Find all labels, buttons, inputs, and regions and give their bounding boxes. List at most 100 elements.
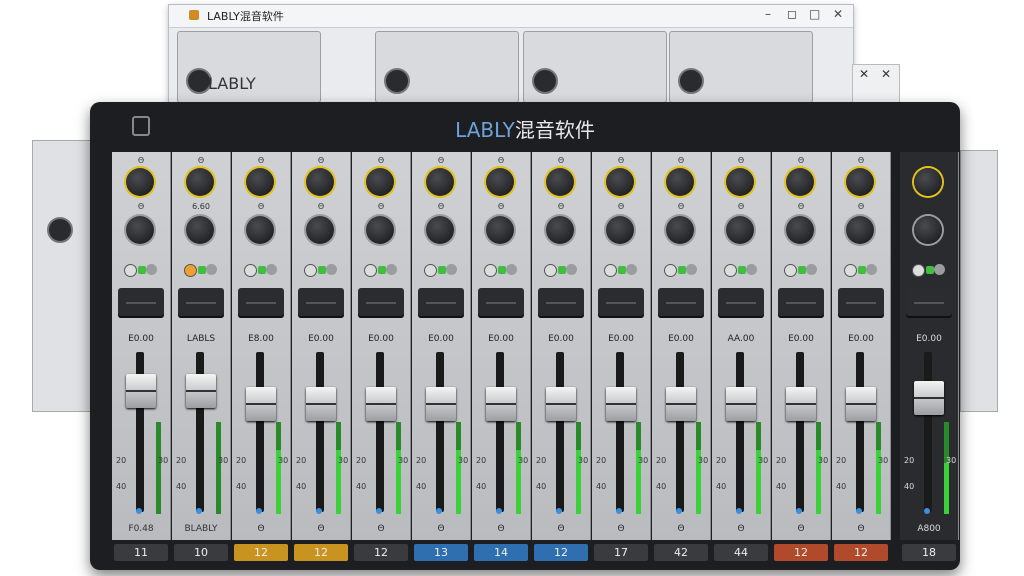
pan-knob[interactable] xyxy=(726,216,754,244)
gain-knob[interactable] xyxy=(306,168,334,196)
close-icon[interactable]: ✕ xyxy=(833,7,843,21)
scale-label: 20 xyxy=(236,456,247,465)
solo-toggle[interactable] xyxy=(544,264,577,277)
mute-button[interactable] xyxy=(658,288,704,318)
mute-button[interactable] xyxy=(118,288,164,318)
scale-label: 40 xyxy=(716,482,727,491)
fader-handle[interactable] xyxy=(426,387,456,421)
fader-handle[interactable] xyxy=(186,374,216,408)
gain-knob[interactable] xyxy=(846,168,874,196)
gain-knob[interactable] xyxy=(366,168,394,196)
gain-knob[interactable] xyxy=(914,168,942,196)
pan-knob[interactable] xyxy=(486,216,514,244)
fader-handle[interactable] xyxy=(546,387,576,421)
solo-toggle[interactable] xyxy=(244,264,277,277)
minimize-icon[interactable]: – xyxy=(765,7,771,21)
fader-handle[interactable] xyxy=(486,387,516,421)
channel-number[interactable]: 42 xyxy=(654,544,708,561)
pan-knob[interactable] xyxy=(786,216,814,244)
pan-knob[interactable] xyxy=(846,216,874,244)
solo-toggle[interactable] xyxy=(604,264,637,277)
knob-label: Θ xyxy=(257,202,265,211)
fader-handle[interactable] xyxy=(246,387,276,421)
gain-knob[interactable] xyxy=(786,168,814,196)
channel-number[interactable]: 10 xyxy=(174,544,228,561)
maximize-icon[interactable]: □ xyxy=(809,7,820,21)
pan-knob[interactable] xyxy=(914,216,942,244)
solo-toggle[interactable] xyxy=(784,264,817,277)
mute-button[interactable] xyxy=(298,288,344,318)
restore-icon[interactable]: ◻ xyxy=(787,7,797,21)
pan-knob[interactable] xyxy=(126,216,154,244)
mute-button[interactable] xyxy=(358,288,404,318)
mute-button[interactable] xyxy=(478,288,524,318)
fader-handle[interactable] xyxy=(306,387,336,421)
channel-number[interactable]: 11 xyxy=(114,544,168,561)
gain-knob[interactable] xyxy=(606,168,634,196)
solo-toggle[interactable] xyxy=(844,264,877,277)
gain-knob[interactable] xyxy=(666,168,694,196)
pan-knob[interactable] xyxy=(306,216,334,244)
channel-number[interactable]: 14 xyxy=(474,544,528,561)
channel-number[interactable]: 17 xyxy=(594,544,648,561)
channel-number[interactable]: 13 xyxy=(414,544,468,561)
mute-button[interactable] xyxy=(418,288,464,318)
solo-toggle[interactable] xyxy=(184,264,217,277)
mute-button[interactable] xyxy=(778,288,824,318)
gain-knob[interactable] xyxy=(246,168,274,196)
solo-toggle[interactable] xyxy=(664,264,697,277)
channel-number[interactable]: 12 xyxy=(294,544,348,561)
pan-knob[interactable] xyxy=(186,216,214,244)
gain-knob[interactable] xyxy=(546,168,574,196)
fader-handle[interactable] xyxy=(726,387,756,421)
channel-strip: Θ Θ E0.00 20 40 30 Θ xyxy=(592,152,651,540)
fader-track xyxy=(796,352,804,512)
fader-handle[interactable] xyxy=(666,387,696,421)
gain-knob[interactable] xyxy=(186,168,214,196)
gain-knob[interactable] xyxy=(126,168,154,196)
channel-number[interactable]: 18 xyxy=(902,544,956,561)
pan-knob[interactable] xyxy=(246,216,274,244)
close-icon[interactable]: ✕ xyxy=(859,67,869,81)
channel-number[interactable]: 12 xyxy=(774,544,828,561)
mute-button[interactable] xyxy=(838,288,884,318)
gain-knob[interactable] xyxy=(726,168,754,196)
pan-knob[interactable] xyxy=(546,216,574,244)
fader-handle[interactable] xyxy=(786,387,816,421)
pan-knob[interactable] xyxy=(606,216,634,244)
channel-number[interactable]: 12 xyxy=(354,544,408,561)
solo-toggle[interactable] xyxy=(724,264,757,277)
knob-label: Θ xyxy=(677,156,685,165)
channel-number[interactable]: 44 xyxy=(714,544,768,561)
pan-knob[interactable] xyxy=(666,216,694,244)
pan-knob[interactable] xyxy=(426,216,454,244)
channel-number[interactable]: 12 xyxy=(834,544,888,561)
mute-button[interactable] xyxy=(238,288,284,318)
gain-knob[interactable] xyxy=(486,168,514,196)
mute-button[interactable] xyxy=(538,288,584,318)
mute-button[interactable] xyxy=(178,288,224,318)
gain-knob[interactable] xyxy=(426,168,454,196)
fader-handle[interactable] xyxy=(366,387,396,421)
fader-handle[interactable] xyxy=(914,381,944,415)
solo-toggle[interactable] xyxy=(124,264,157,277)
knob-label: Θ xyxy=(737,202,745,211)
pan-knob[interactable] xyxy=(366,216,394,244)
mute-button[interactable] xyxy=(598,288,644,318)
channel-led-icon xyxy=(196,508,202,514)
close-icon[interactable]: ✕ xyxy=(881,67,891,81)
channel-number[interactable]: 12 xyxy=(234,544,288,561)
solo-toggle[interactable] xyxy=(912,264,945,277)
solo-toggle[interactable] xyxy=(484,264,517,277)
mute-button[interactable] xyxy=(718,288,764,318)
solo-toggle[interactable] xyxy=(364,264,397,277)
button-line-icon xyxy=(246,302,276,304)
solo-toggle[interactable] xyxy=(424,264,457,277)
fader-handle[interactable] xyxy=(606,387,636,421)
scale-label: 40 xyxy=(836,482,847,491)
fader-handle[interactable] xyxy=(846,387,876,421)
solo-toggle[interactable] xyxy=(304,264,337,277)
fader-handle[interactable] xyxy=(126,374,156,408)
channel-number[interactable]: 12 xyxy=(534,544,588,561)
mute-button[interactable] xyxy=(906,288,952,318)
